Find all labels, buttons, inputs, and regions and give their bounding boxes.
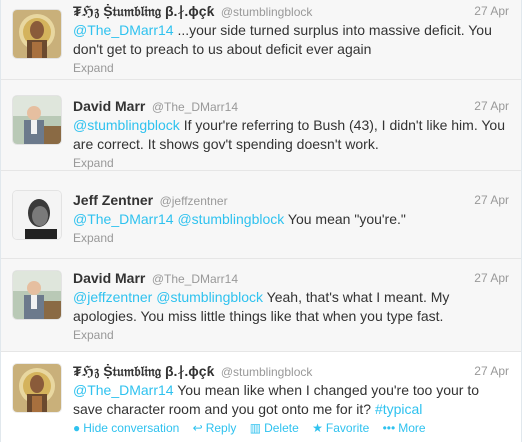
tweet[interactable]: David Marr @The_DMarr14 27 Apr @jeffzent…: [1, 259, 521, 352]
author-name[interactable]: David Marr: [73, 98, 145, 114]
trash-icon: ▥: [249, 421, 262, 435]
author-name[interactable]: ₮ℌ𝔷 Ṩ𝔱𝔲𝔪𝔟𝔩𝔦𝔫𝔤 β.∤.ϕçƙ: [73, 363, 214, 379]
author-handle[interactable]: @stumblingblock: [221, 5, 313, 19]
author-name[interactable]: Jeff Zentner: [73, 192, 153, 208]
expand-link[interactable]: Expand: [73, 155, 509, 171]
hashtag-link[interactable]: #typical: [375, 401, 422, 417]
author-handle[interactable]: @stumblingblock: [221, 365, 313, 379]
tweet-timestamp[interactable]: 27 Apr: [474, 191, 509, 209]
tweet-text: @stumblingblock If your're referring to …: [73, 116, 509, 154]
delete-label: Delete: [264, 421, 299, 435]
author-handle[interactable]: @The_DMarr14: [152, 272, 238, 286]
mention-link[interactable]: @stumblingblock: [177, 211, 284, 227]
more-label: More: [398, 421, 426, 435]
tweet-actions: ● Hide conversation ↩ Reply ▥ Delete ★ Favor…: [73, 420, 509, 436]
mention-link[interactable]: @jeffzentner: [73, 289, 152, 305]
favorite-button[interactable]: ★ Favorite: [312, 420, 369, 436]
avatar[interactable]: [13, 364, 61, 412]
portrait-photo-avatar-icon: [13, 191, 61, 239]
delete-button[interactable]: ▥ Delete: [250, 420, 299, 436]
reply-label: Reply: [205, 421, 237, 435]
mention-link[interactable]: @The_DMarr14: [73, 211, 174, 227]
expand-link[interactable]: Expand: [73, 327, 509, 343]
mention-link[interactable]: @The_DMarr14: [73, 382, 174, 398]
tweet-timeline: ₮ℌ𝔷 Ṩ𝔱𝔲𝔪𝔟𝔩𝔦𝔫𝔤 β.∤.ϕçƙ @stumblingblock 27…: [0, 0, 522, 442]
avatar[interactable]: [13, 271, 61, 319]
mention-link[interactable]: @stumblingblock: [73, 117, 180, 133]
tweet-text: @jeffzentner @stumblingblock Yeah, that'…: [73, 288, 509, 326]
tweet-text: @The_DMarr14 @stumblingblock You mean "y…: [73, 210, 509, 229]
reply-button[interactable]: ↩ Reply: [193, 420, 237, 436]
tweet-text: @The_DMarr14 ...your side turned surplus…: [73, 21, 509, 59]
tweet-selected[interactable]: ₮ℌ𝔷 Ṩ𝔱𝔲𝔪𝔟𝔩𝔦𝔫𝔤 β.∤.ϕçƙ @stumblingblock 27…: [1, 352, 521, 442]
tweet[interactable]: Jeff Zentner @jeffzentner 27 Apr @The_DM…: [1, 171, 521, 259]
author-name[interactable]: ₮ℌ𝔷 Ṩ𝔱𝔲𝔪𝔟𝔩𝔦𝔫𝔤 β.∤.ϕçƙ: [73, 3, 214, 19]
author-name[interactable]: David Marr: [73, 270, 145, 286]
mention-link[interactable]: @The_DMarr14: [73, 22, 174, 38]
speaker-photo-avatar-icon: [13, 271, 61, 319]
favorite-label: Favorite: [325, 421, 370, 435]
hide-conversation-label: Hide conversation: [83, 421, 180, 435]
tweet[interactable]: David Marr @The_DMarr14 27 Apr @stumblin…: [1, 80, 521, 171]
tweet-text: @The_DMarr14 You mean like when I change…: [73, 381, 509, 419]
expand-link[interactable]: Expand: [73, 230, 509, 246]
author-handle[interactable]: @The_DMarr14: [152, 100, 238, 114]
more-dots-icon: •••: [382, 421, 396, 435]
author-handle[interactable]: @jeffzentner: [160, 194, 228, 208]
tweet-body: You mean "you're.": [284, 211, 406, 227]
hide-conversation-button[interactable]: ● Hide conversation: [73, 420, 179, 436]
avatar[interactable]: [13, 10, 61, 58]
tweet[interactable]: ₮ℌ𝔷 Ṩ𝔱𝔲𝔪𝔟𝔩𝔦𝔫𝔤 β.∤.ϕçƙ @stumblingblock 27…: [1, 0, 521, 80]
speaker-photo-avatar-icon: [13, 96, 61, 144]
avatar[interactable]: [13, 96, 61, 144]
tweet-timestamp[interactable]: 27 Apr: [474, 269, 509, 287]
reply-arrow-icon: ↩: [192, 421, 203, 435]
more-button[interactable]: ••• More: [383, 420, 426, 436]
icon-painting-avatar-icon: [13, 364, 61, 412]
speech-bubble-icon: ●: [73, 421, 81, 435]
icon-painting-avatar-icon: [13, 10, 61, 58]
tweet-timestamp[interactable]: 27 Apr: [474, 2, 509, 20]
star-icon: ★: [312, 421, 323, 435]
tweet-timestamp[interactable]: 27 Apr: [474, 362, 509, 380]
mention-link[interactable]: @stumblingblock: [156, 289, 263, 305]
expand-link[interactable]: Expand: [73, 60, 509, 76]
tweet-timestamp[interactable]: 27 Apr: [474, 97, 509, 115]
avatar[interactable]: [13, 191, 61, 239]
